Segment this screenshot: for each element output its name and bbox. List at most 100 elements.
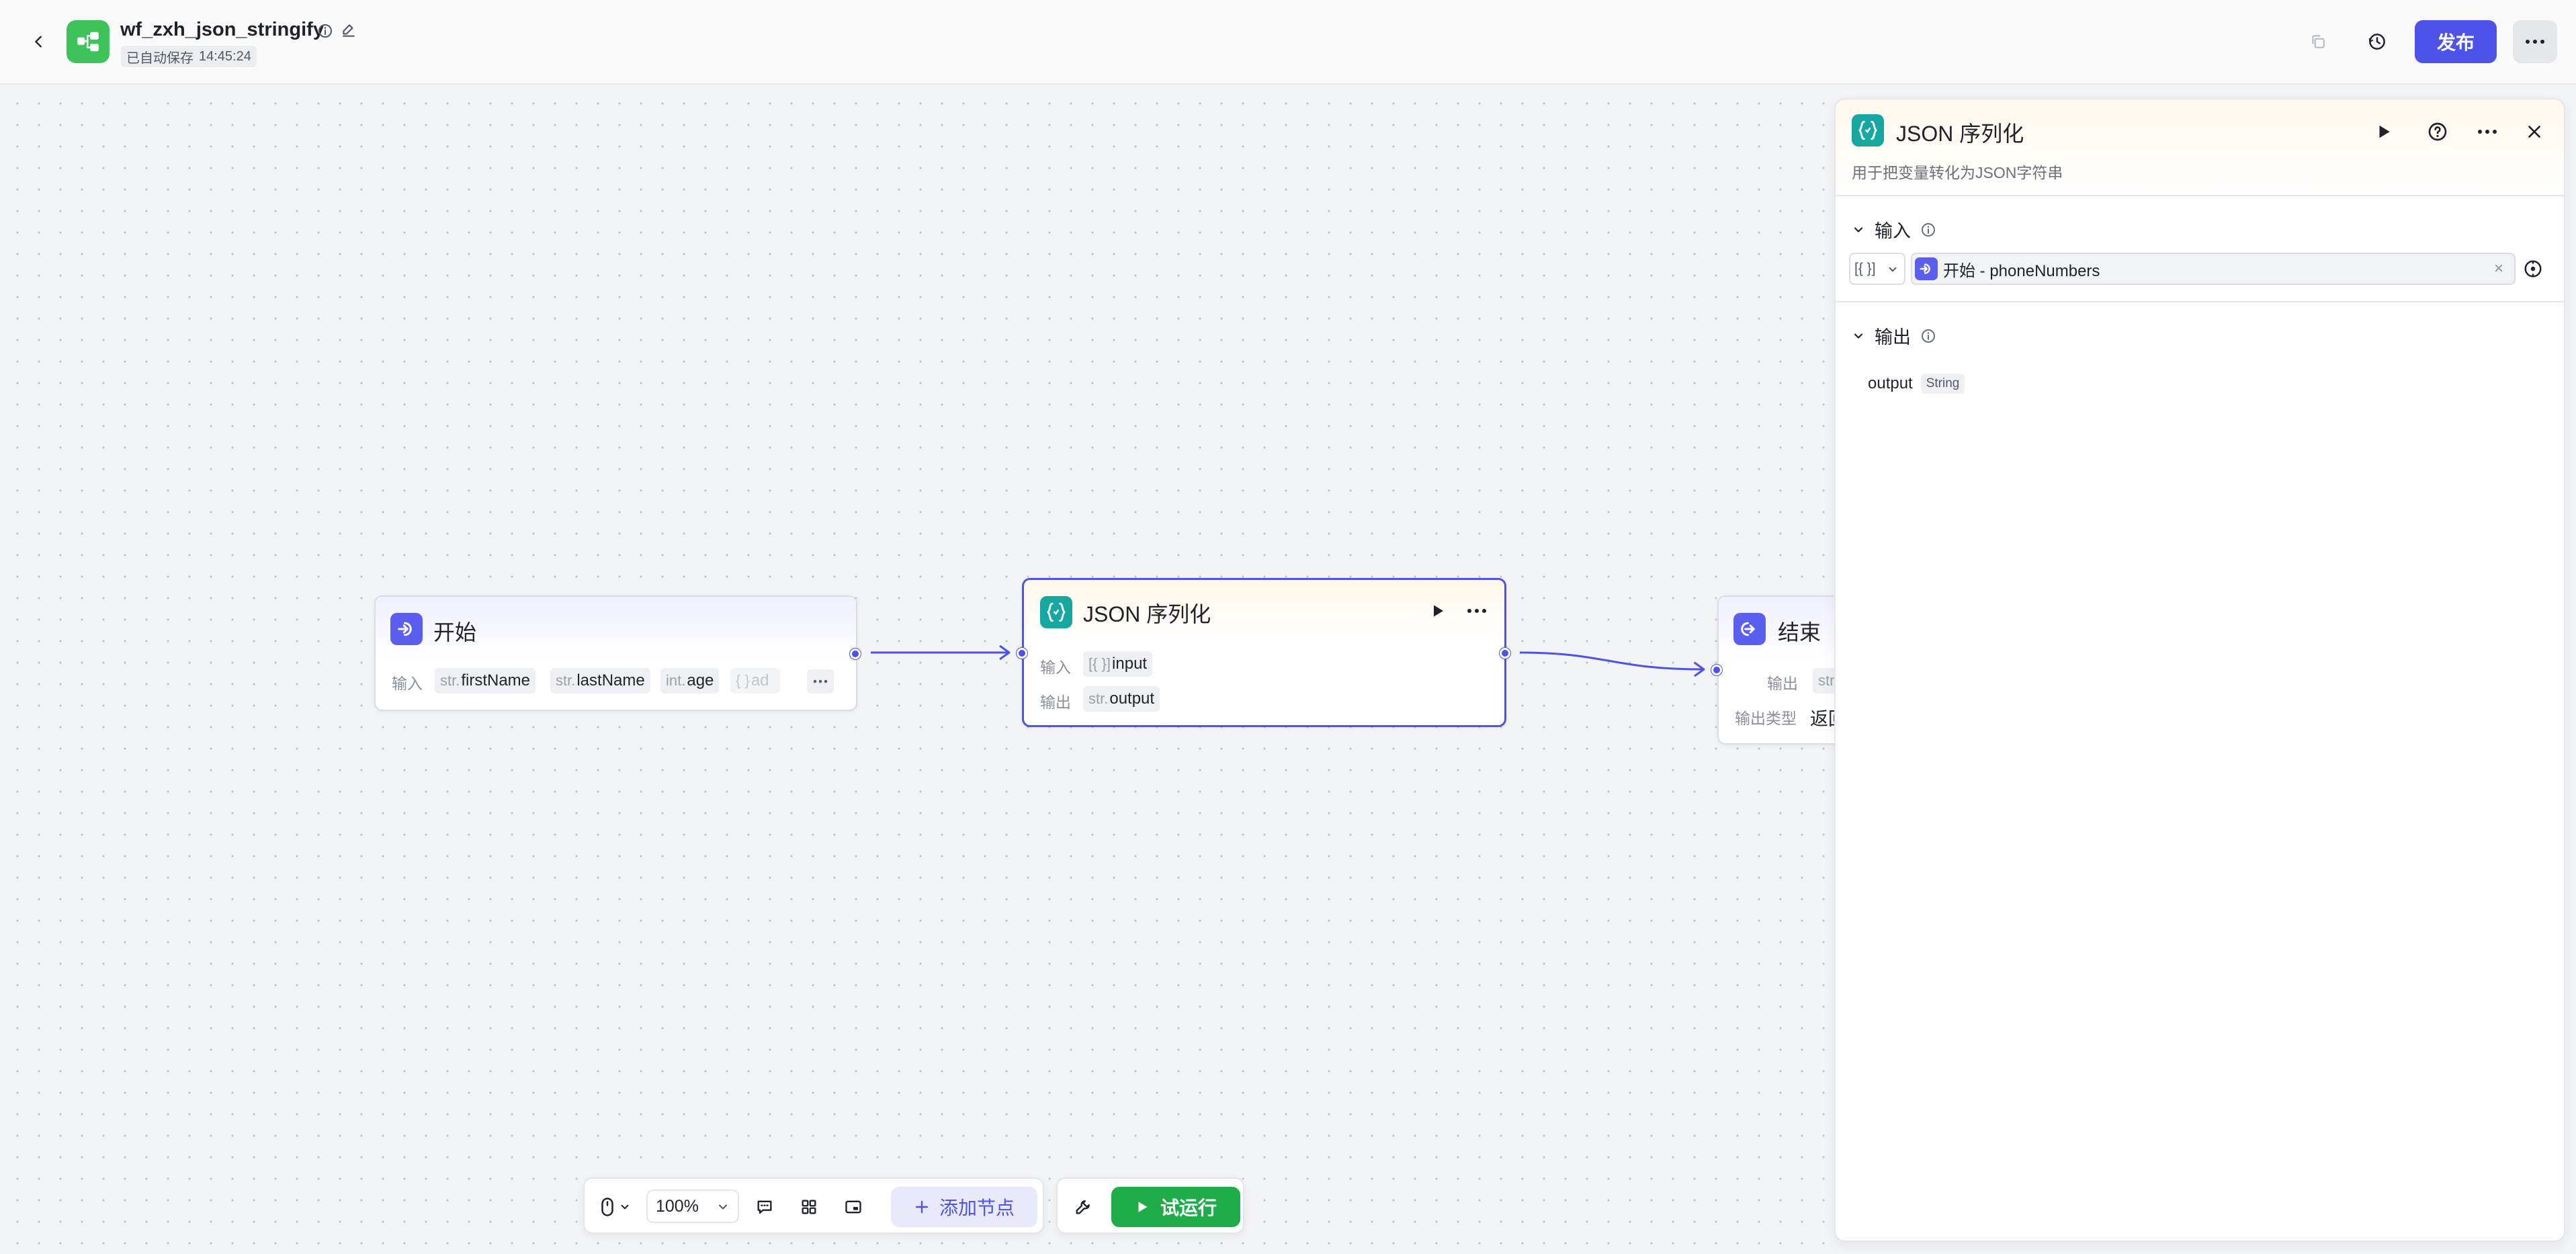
run-toolbar: 试运行 <box>1056 1177 1244 1234</box>
info-icon[interactable] <box>317 23 333 39</box>
comment-button[interactable] <box>748 1191 781 1223</box>
chevron-down-icon <box>1889 267 1897 272</box>
start-input-label: 输入 <box>392 675 423 692</box>
json-node-title: JSON 序列化 <box>1083 602 1211 626</box>
mouse-icon <box>601 1198 613 1216</box>
clear-variable-button[interactable]: × <box>2494 259 2503 278</box>
edges-layer <box>871 644 1705 677</box>
more-horizontal-icon <box>813 679 828 683</box>
workflow-app-icon <box>67 20 110 63</box>
param-tag: { } ad <box>730 668 780 694</box>
param-tag: str. lastName <box>550 668 650 694</box>
edge-json-to-end <box>1519 651 1703 671</box>
more-horizontal-icon <box>1467 609 1486 613</box>
panel-close-button[interactable] <box>2520 117 2549 147</box>
history-button[interactable] <box>2362 27 2392 56</box>
play-icon <box>1138 1202 1148 1212</box>
canvas-toolbar: 100% 添加节点 <box>583 1177 1044 1234</box>
json-node-icon <box>1852 114 1884 147</box>
start-output-port[interactable] <box>850 649 861 659</box>
test-run-button[interactable]: 试运行 <box>1111 1187 1240 1227</box>
node-more-button[interactable] <box>1463 597 1490 624</box>
end-node-icon <box>1733 613 1766 645</box>
zoom-select[interactable]: 100% <box>646 1189 739 1223</box>
layout-button[interactable] <box>793 1191 825 1223</box>
zoom-value: 100% <box>656 1196 699 1216</box>
copy-button[interactable] <box>2303 27 2333 56</box>
autosave-status: 已自动保存 14:45:24 <box>121 46 257 67</box>
panel-help-button[interactable] <box>2423 117 2452 147</box>
add-node-label: 添加节点 <box>939 1198 1015 1218</box>
output-type-badge: String <box>1920 374 1965 394</box>
node-run-button[interactable] <box>1424 597 1451 624</box>
play-icon <box>2379 125 2390 138</box>
help-icon <box>2428 122 2447 141</box>
login-icon <box>1920 263 1930 274</box>
panel-run-button[interactable] <box>2369 117 2399 147</box>
json-output-port[interactable] <box>1500 648 1510 659</box>
json-input-label: 输入 <box>1040 659 1071 676</box>
end-output-type-value: 返回 <box>1810 709 1834 729</box>
end-output-type-label: 输出类型 <box>1735 710 1797 727</box>
comment-icon <box>757 1200 772 1214</box>
start-node-icon <box>1915 257 1938 280</box>
autosave-time: 14:45:24 <box>199 48 251 64</box>
braces-icon <box>1047 602 1066 622</box>
node-config-panel: JSON 序列化 用于把变量转化为JSON字符串 输入 [{ }] 开始 - p… <box>1834 98 2565 1242</box>
variable-reference-button[interactable] <box>2520 255 2546 282</box>
test-run-label: 试运行 <box>1160 1198 1217 1218</box>
end-input-port[interactable] <box>1711 665 1722 675</box>
param-tag: int. age <box>660 668 720 694</box>
add-node-button[interactable]: 添加节点 <box>891 1187 1037 1227</box>
chevron-down-icon <box>621 1204 629 1210</box>
json-input-port[interactable] <box>1017 648 1027 659</box>
publish-button[interactable]: 发布 <box>2415 20 2497 63</box>
panel-description: 用于把变量转化为JSON字符串 <box>1852 164 2063 181</box>
input-type-select[interactable]: [{ }] <box>1849 253 1905 285</box>
end-node-title: 结束 <box>1778 620 1821 644</box>
autosave-label: 已自动保存 <box>126 50 194 66</box>
output-name: output <box>1868 374 1913 392</box>
more-horizontal-icon <box>2478 130 2497 134</box>
json-output-label: 输出 <box>1040 694 1071 711</box>
reference-icon <box>2524 260 2542 278</box>
login-icon <box>398 622 412 636</box>
panel-header: JSON 序列化 用于把变量转化为JSON字符串 <box>1836 99 2564 196</box>
info-icon <box>1922 222 1935 237</box>
param-tag: [{ }] input <box>1083 651 1153 677</box>
output-section-header[interactable]: 输出 <box>1852 323 1936 349</box>
back-button[interactable] <box>27 30 51 54</box>
start-node-icon <box>390 613 423 645</box>
input-variable-field[interactable]: 开始 - phoneNumbers × <box>1911 253 2516 285</box>
chevron-left-icon <box>35 36 42 48</box>
end-node[interactable]: 结束 输出 str. 输出类型 返回 <box>1711 595 1834 745</box>
panel-more-button[interactable] <box>2473 117 2502 147</box>
chevron-down-icon <box>1854 226 1863 233</box>
output-section-title: 输出 <box>1875 327 1911 347</box>
input-param-row: [{ }] 开始 - phoneNumbers × <box>1849 253 2554 286</box>
json-stringify-node[interactable]: JSON 序列化 输入 [{ }] input 输出 str. output <box>1017 578 1510 727</box>
start-node[interactable]: 开始 输入 str. firstName str. lastName int. age… <box>374 595 861 711</box>
minimap-button[interactable] <box>837 1191 869 1223</box>
start-node-title: 开始 <box>433 620 477 644</box>
param-tag: str. firstName <box>435 668 536 694</box>
chevron-down-icon <box>1854 333 1863 339</box>
more-menu-button[interactable] <box>2513 20 2557 63</box>
section-divider <box>1836 301 2564 302</box>
input-section-title: 输入 <box>1875 221 1911 241</box>
workflow-canvas[interactable]: 开始 输入 str. firstName str. lastName int. age… <box>0 86 1834 1254</box>
interaction-mode-button[interactable] <box>595 1191 636 1223</box>
minimap-icon <box>845 1200 861 1214</box>
plus-icon <box>915 1200 929 1214</box>
grid-icon <box>802 1200 816 1214</box>
json-node-icon <box>1040 596 1072 628</box>
param-tag: str. <box>1813 668 1834 694</box>
more-params-button[interactable] <box>807 669 834 694</box>
edit-name-icon[interactable] <box>340 22 357 39</box>
output-param-row: output String <box>1868 374 1965 394</box>
more-horizontal-icon <box>2526 40 2544 44</box>
input-section-header[interactable]: 输入 <box>1852 216 1936 243</box>
debug-tools-button[interactable] <box>1067 1191 1099 1223</box>
param-tag: str. output <box>1083 686 1160 712</box>
close-icon <box>2528 126 2540 138</box>
